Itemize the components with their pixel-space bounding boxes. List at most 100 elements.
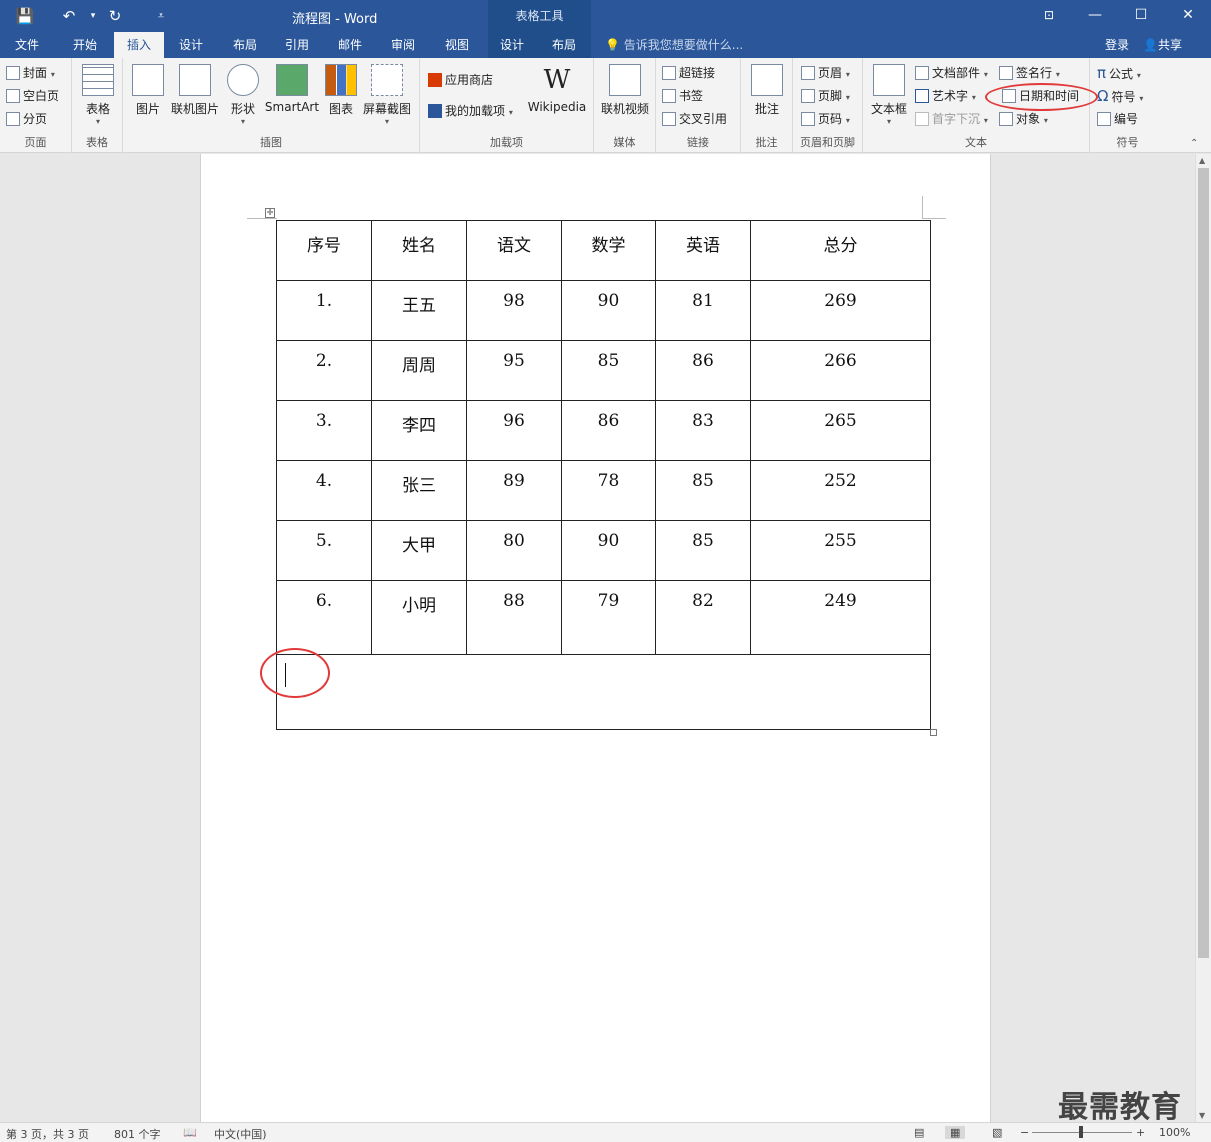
print-layout-icon[interactable]: ▦: [945, 1126, 966, 1139]
scroll-up-icon[interactable]: ▲: [1199, 156, 1205, 165]
store-button[interactable]: 应用商店: [428, 70, 493, 90]
header-cell[interactable]: 数学: [561, 220, 656, 281]
table-cell[interactable]: 98: [466, 280, 562, 341]
tab-home[interactable]: 开始: [60, 32, 110, 58]
tab-design[interactable]: 设计: [166, 32, 216, 58]
table-cell[interactable]: 86: [655, 340, 751, 401]
table-cell[interactable]: 79: [561, 580, 656, 655]
tab-references[interactable]: 引用: [272, 32, 322, 58]
zoom-out-icon[interactable]: −: [1020, 1126, 1029, 1139]
table-cell[interactable]: 5.: [276, 520, 372, 581]
table-cell[interactable]: 82: [655, 580, 751, 655]
chart-button[interactable]: 图表: [325, 64, 357, 117]
table-cell[interactable]: 252: [750, 460, 931, 521]
minimize-icon[interactable]: —: [1072, 0, 1118, 32]
tab-layout[interactable]: 布局: [220, 32, 270, 58]
table-cell[interactable]: 78: [561, 460, 656, 521]
table-cell[interactable]: 周周: [371, 340, 467, 401]
score-table[interactable]: 序号 姓名 语文 数学 英语 总分 1. 王五 98 90 81 269 2. 周周 95 85…: [276, 220, 931, 730]
tab-file[interactable]: 文件: [4, 32, 50, 58]
table-cell[interactable]: 90: [561, 520, 656, 581]
wordart-button[interactable]: 艺术字 ▾: [915, 86, 976, 106]
table-cell[interactable]: 81: [655, 280, 751, 341]
table-cell[interactable]: 2.: [276, 340, 372, 401]
header-cell[interactable]: 序号: [276, 220, 372, 281]
web-layout-icon[interactable]: ▧: [992, 1126, 1002, 1139]
table-cell[interactable]: 96: [466, 400, 562, 461]
redo-icon[interactable]: ↻: [104, 5, 126, 27]
table-cell[interactable]: 95: [466, 340, 562, 401]
share-button[interactable]: 👤共享: [1143, 32, 1182, 58]
table-cell[interactable]: 89: [466, 460, 562, 521]
footer-button[interactable]: 页脚 ▾: [801, 86, 850, 106]
scrollbar-thumb[interactable]: [1198, 168, 1209, 958]
online-video-button[interactable]: 联机视频: [598, 64, 652, 117]
proofing-icon[interactable]: 📖: [183, 1126, 197, 1139]
table-cell[interactable]: 李四: [371, 400, 467, 461]
table-cell[interactable]: 88: [466, 580, 562, 655]
close-icon[interactable]: ✕: [1165, 0, 1211, 32]
symbol-button[interactable]: Ω 符号 ▾: [1097, 86, 1143, 106]
cross-reference-button[interactable]: 交叉引用: [662, 109, 727, 129]
save-icon[interactable]: 💾: [14, 5, 36, 27]
table-cell[interactable]: 大甲: [371, 520, 467, 581]
table-cell[interactable]: 6.: [276, 580, 372, 655]
zoom-in-icon[interactable]: +: [1136, 1126, 1145, 1139]
scroll-down-icon[interactable]: ▼: [1199, 1111, 1205, 1120]
header-cell[interactable]: 总分: [750, 220, 931, 281]
header-button[interactable]: 页眉 ▾: [801, 63, 850, 83]
table-cell[interactable]: 85: [655, 520, 751, 581]
bookmark-button[interactable]: 书签: [662, 86, 703, 106]
comment-button[interactable]: 批注: [749, 64, 785, 117]
textbox-button[interactable]: 文本框 ▾: [868, 64, 910, 126]
shapes-button[interactable]: 形状 ▾: [225, 64, 261, 126]
read-mode-icon[interactable]: ▤: [914, 1126, 924, 1139]
ribbon-display-options-icon[interactable]: ⊡: [1026, 0, 1072, 32]
signature-line-button[interactable]: 签名行 ▾: [999, 63, 1060, 83]
tab-table-layout[interactable]: 布局: [540, 32, 588, 58]
header-cell[interactable]: 姓名: [371, 220, 467, 281]
wikipedia-button[interactable]: W Wikipedia: [526, 64, 588, 114]
login-button[interactable]: 登录: [1105, 32, 1129, 58]
smartart-button[interactable]: SmartArt: [264, 64, 320, 114]
undo-dropdown-icon[interactable]: ▾: [82, 5, 104, 27]
table-cell[interactable]: 265: [750, 400, 931, 461]
header-cell[interactable]: 语文: [466, 220, 562, 281]
cover-page-button[interactable]: 封面 ▾: [6, 63, 55, 83]
table-cell[interactable]: 90: [561, 280, 656, 341]
table-button[interactable]: 表格 ▾: [80, 64, 116, 126]
tab-review[interactable]: 审阅: [378, 32, 428, 58]
page-number-button[interactable]: 页码 ▾: [801, 109, 850, 129]
tab-table-design[interactable]: 设计: [488, 32, 536, 58]
screenshot-button[interactable]: 屏幕截图 ▾: [361, 64, 413, 126]
table-cell[interactable]: 85: [655, 460, 751, 521]
equation-button[interactable]: π 公式 ▾: [1097, 63, 1141, 83]
merged-cell[interactable]: [276, 654, 931, 730]
quick-parts-button[interactable]: 文档部件 ▾: [915, 63, 988, 83]
table-move-handle-icon[interactable]: ✛: [265, 208, 275, 218]
collapse-ribbon-icon[interactable]: ⌃: [1190, 138, 1198, 149]
object-button[interactable]: 对象 ▾: [999, 109, 1048, 129]
table-cell[interactable]: 266: [750, 340, 931, 401]
numbering-button[interactable]: 编号: [1097, 109, 1138, 129]
table-cell[interactable]: 张三: [371, 460, 467, 521]
table-cell[interactable]: 3.: [276, 400, 372, 461]
table-cell[interactable]: 4.: [276, 460, 372, 521]
my-addins-button[interactable]: 我的加载项 ▾: [428, 101, 513, 121]
tab-view[interactable]: 视图: [432, 32, 482, 58]
word-count[interactable]: 801 个字: [114, 1126, 161, 1142]
table-cell[interactable]: 86: [561, 400, 656, 461]
zoom-slider-thumb[interactable]: [1079, 1126, 1083, 1138]
table-cell[interactable]: 80: [466, 520, 562, 581]
online-picture-button[interactable]: 联机图片: [169, 64, 221, 117]
tab-mailings[interactable]: 邮件: [325, 32, 375, 58]
table-resize-handle[interactable]: [930, 729, 937, 736]
table-cell[interactable]: 83: [655, 400, 751, 461]
table-cell[interactable]: 269: [750, 280, 931, 341]
picture-button[interactable]: 图片: [131, 64, 165, 117]
table-cell[interactable]: 255: [750, 520, 931, 581]
zoom-level[interactable]: 100%: [1159, 1126, 1190, 1139]
header-cell[interactable]: 英语: [655, 220, 751, 281]
customize-quick-access-icon[interactable]: ⩡: [150, 5, 172, 27]
table-cell[interactable]: 小明: [371, 580, 467, 655]
